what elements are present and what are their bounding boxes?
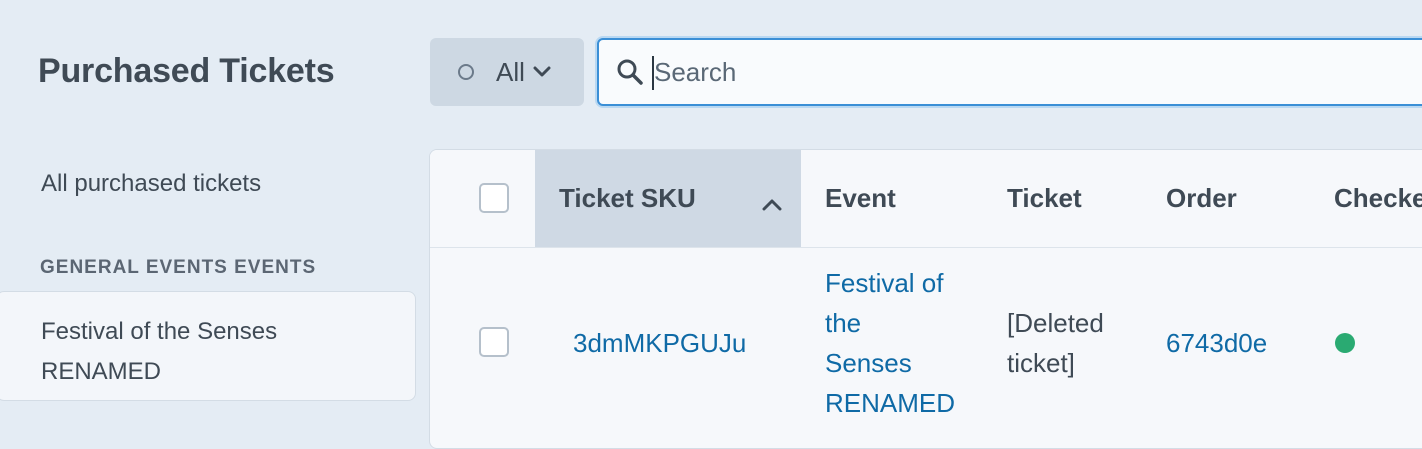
select-all-checkbox[interactable] xyxy=(479,183,509,213)
event-line: Festival of xyxy=(825,268,944,298)
ticket-sku-link[interactable]: 3dmMKPGUJu xyxy=(573,323,746,363)
column-header-event[interactable]: Event xyxy=(825,150,896,247)
event-line: the xyxy=(825,308,862,338)
column-header-label: Checke xyxy=(1334,183,1422,213)
text-cursor xyxy=(652,56,654,90)
tickets-table: Ticket SKU Event Ticket Order Checke 3dm… xyxy=(429,149,1422,449)
sidebar-section-heading: GENERAL EVENTS EVENTS xyxy=(40,257,317,278)
ticket-name: [Deleted ticket] xyxy=(1007,303,1104,383)
search-icon xyxy=(616,58,644,86)
sidebar-item-label-line1: Festival of the Senses xyxy=(41,318,278,345)
page-title: Purchased Tickets xyxy=(38,52,335,90)
search-field[interactable] xyxy=(597,38,1422,106)
row-select-checkbox[interactable] xyxy=(479,327,509,357)
column-header-label: Event xyxy=(825,183,896,213)
status-circle-icon xyxy=(458,64,474,80)
table-header-row: Ticket SKU Event Ticket Order Checke xyxy=(430,150,1422,248)
ticket-line: ticket] xyxy=(1007,348,1075,378)
column-header-ticket-sku[interactable]: Ticket SKU xyxy=(535,150,801,247)
event-line: Senses xyxy=(825,348,912,378)
ticket-line: [Deleted xyxy=(1007,308,1104,338)
event-link[interactable]: Festival of the Senses RENAMED xyxy=(825,263,955,423)
order-link[interactable]: 6743d0e xyxy=(1166,323,1267,363)
column-header-label: Ticket xyxy=(1007,183,1082,213)
sidebar-item-all-purchased-tickets[interactable]: All purchased tickets xyxy=(41,170,261,198)
column-header-ticket[interactable]: Ticket xyxy=(1007,150,1082,247)
status-filter-label: All xyxy=(496,56,525,87)
column-header-label: Order xyxy=(1166,183,1237,213)
event-line: RENAMED xyxy=(825,388,956,418)
chevron-up-icon xyxy=(762,188,782,219)
sidebar-item-label-line2: RENAMED xyxy=(41,358,162,385)
column-header-checked-in[interactable]: Checke xyxy=(1334,150,1422,247)
sidebar-item-festival-of-the-senses[interactable]: Festival of the Senses RENAMED xyxy=(0,291,416,401)
search-input[interactable] xyxy=(654,56,1354,88)
checked-in-status-dot xyxy=(1335,333,1355,353)
chevron-down-icon xyxy=(533,66,551,78)
column-header-order[interactable]: Order xyxy=(1166,150,1237,247)
status-filter-dropdown[interactable]: All xyxy=(430,38,584,106)
column-header-label: Ticket SKU xyxy=(559,183,696,213)
